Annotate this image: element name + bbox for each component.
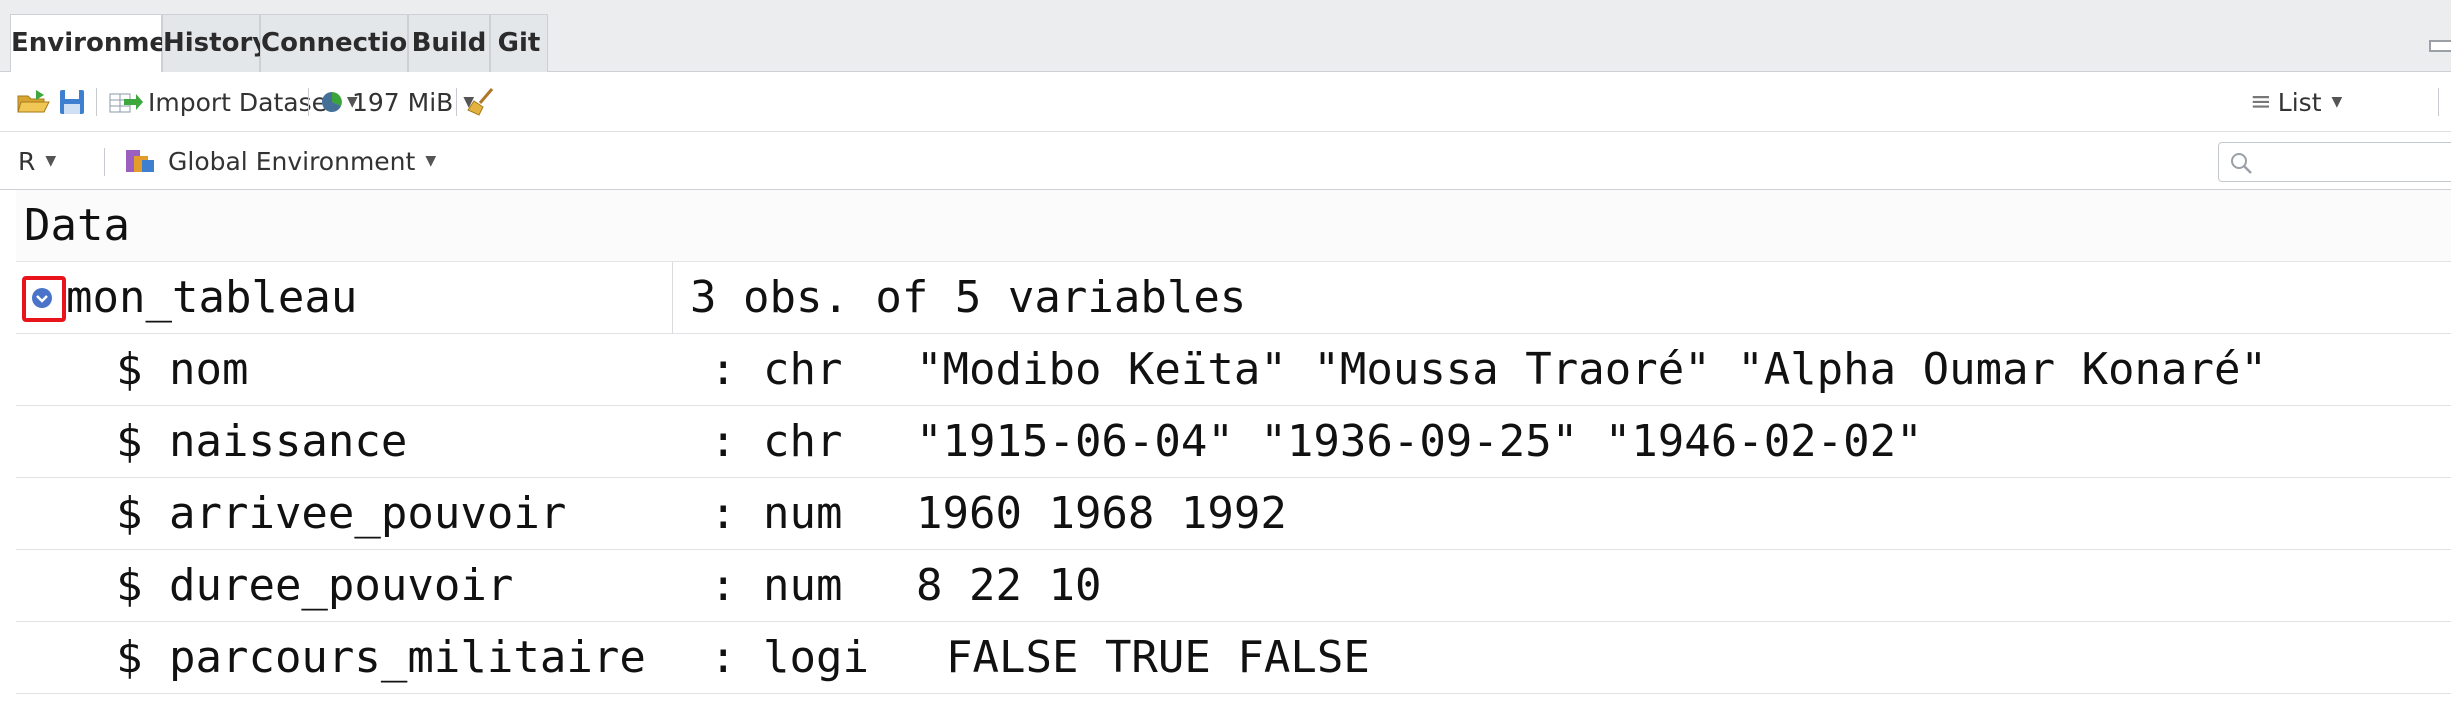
variable-name: $ naissance [116, 416, 408, 467]
view-mode-label: List [2277, 87, 2322, 117]
variable-row: $ naissance : chr "1915-06-04" "1936-09-… [16, 406, 2451, 478]
variable-name: $ parcours_militaire [116, 632, 646, 683]
variable-values: FALSE TRUE FALSE [946, 632, 1370, 683]
view-mode-button[interactable]: ≡ List ▼ [2250, 72, 2342, 132]
broom-icon [467, 88, 494, 116]
variable-name: $ nom [116, 344, 249, 395]
environment-subtoolbar: R ▼ Global Environment ▼ [0, 132, 2451, 190]
column-separator [672, 262, 673, 334]
variable-values: 8 22 10 [916, 560, 1102, 611]
tab-connections[interactable]: Connections [260, 14, 441, 72]
minimize-pane-icon[interactable] [2429, 40, 2451, 52]
toolbar-separator [2438, 88, 2439, 116]
variable-name: $ arrivee_pouvoir [116, 488, 567, 539]
import-table-icon [109, 93, 143, 113]
toolbar-separator [456, 88, 457, 116]
chevron-down-icon: ▼ [425, 153, 437, 169]
search-icon [2231, 153, 2252, 174]
environment-object-row[interactable]: mon_tableau 3 obs. of 5 variables [16, 262, 2451, 334]
load-workspace-button[interactable] [16, 72, 52, 132]
language-select[interactable]: R ▼ [18, 132, 56, 190]
chevron-down-icon: ▼ [2331, 94, 2343, 110]
variable-type: : num [710, 560, 843, 611]
tab-environment[interactable]: Environment [10, 14, 198, 73]
variable-row: $ duree_pouvoir : num 8 22 10 [16, 550, 2451, 622]
language-label: R [18, 146, 36, 176]
memory-usage-label: 197 MiB [352, 87, 454, 117]
chevron-down-icon: ▼ [45, 153, 57, 169]
pane-tab-bar: Environment History Connections Build Gi… [0, 0, 2451, 73]
variable-type: : chr [710, 344, 843, 395]
environment-icon [126, 150, 154, 172]
variable-values: 1960 1968 1992 [916, 488, 1287, 539]
clear-workspace-button[interactable] [466, 72, 496, 132]
environment-label: Global Environment [168, 146, 416, 176]
section-header-data: Data [16, 190, 2451, 262]
toolbar-separator [96, 88, 97, 116]
save-workspace-button[interactable] [58, 72, 86, 132]
variable-row: $ parcours_militaire : logi FALSE TRUE F… [16, 622, 2451, 694]
list-icon: ≡ [2250, 87, 2272, 117]
variable-type: : chr [710, 416, 843, 467]
variable-name: $ duree_pouvoir [116, 560, 514, 611]
environment-select[interactable]: Global Environment ▼ [124, 132, 436, 190]
collapse-object-button[interactable] [22, 276, 66, 322]
environment-search-input[interactable] [2218, 142, 2451, 182]
toolbar-separator [308, 88, 309, 116]
variable-row: $ nom : chr "Modibo Keïta" "Moussa Traor… [16, 334, 2451, 406]
environment-toolbar: Import Dataset ▼ 197 MiB ▼ ≡ List ▼ [0, 72, 2451, 132]
variable-values: "Modibo Keïta" "Moussa Traoré" "Alpha Ou… [916, 344, 2268, 395]
tab-git[interactable]: Git [490, 14, 548, 72]
toolbar-separator [104, 148, 105, 176]
variable-row: $ arrivee_pouvoir : num 1960 1968 1992 [16, 478, 2451, 550]
variable-type: : num [710, 488, 843, 539]
object-name: mon_tableau [66, 272, 358, 323]
save-icon [60, 90, 84, 114]
variable-values: "1915-06-04" "1936-09-25" "1946-02-02" [916, 416, 1923, 467]
section-title: Data [24, 200, 130, 251]
variable-type: : logi [710, 632, 869, 683]
object-summary: 3 obs. of 5 variables [690, 272, 1247, 323]
environment-object-list: Data mon_tableau 3 obs. of 5 variables $… [0, 190, 2451, 726]
tab-build[interactable]: Build [408, 14, 490, 72]
tab-history[interactable]: History [162, 14, 269, 72]
highlight-box [22, 276, 66, 322]
memory-pie-icon [322, 92, 342, 112]
memory-usage-button[interactable]: 197 MiB ▼ [320, 72, 474, 132]
open-folder-icon [17, 90, 50, 113]
